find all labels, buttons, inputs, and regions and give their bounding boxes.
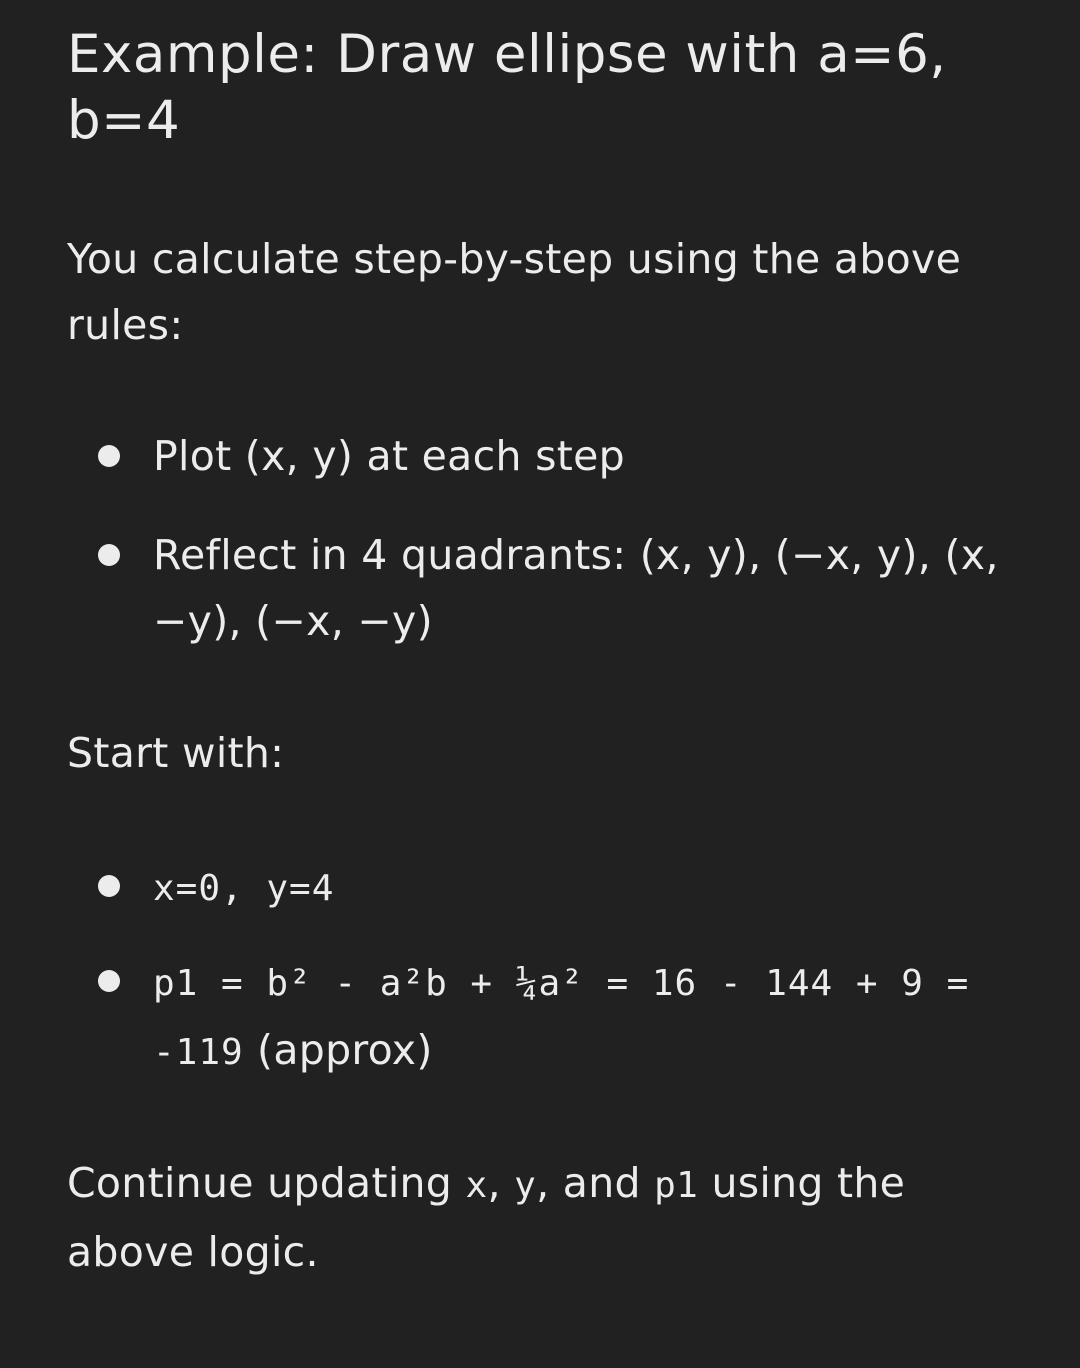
list-item-plot: Plot (x, y) at each step [98,423,1013,489]
outro-paragraph: Continue updating x, y, and p1 using the… [67,1150,1027,1285]
list-item-p1: p1 = b² - a²b + ¼a² = 16 - 144 + 9 = -11… [98,948,1013,1086]
list-item-reflect: Reflect in 4 quadrants: (x, y), (−x, y),… [98,522,1013,654]
list-item-text: Reflect in 4 quadrants: (x, y), (−x, y),… [153,531,999,645]
outro-separator: , [487,1159,515,1207]
list-item-initial-point: x=0, y=4 [98,853,1013,922]
document-page: Example: Draw ellipse with a=6, b=4 You … [0,0,1080,1368]
intro-paragraph: You calculate step-by-step using the abo… [67,235,962,349]
example-heading: Example: Draw ellipse with a=6, b=4 [67,24,947,151]
outro-separator: , and [536,1159,655,1207]
bullet-dot [98,445,120,467]
bullet-dot [98,875,120,897]
bullet-dot [98,970,120,992]
p1-note: (approx) [257,1026,433,1074]
initial-point-code: x=0, y=4 [153,868,335,909]
outro-text-before: Continue updating [67,1159,466,1207]
start-label: Start with: [67,729,285,777]
bullet-dot [98,544,120,566]
inline-code-y: y [514,1165,537,1206]
inline-code-x: x [465,1165,488,1206]
inline-code-p1: p1 [654,1165,699,1206]
list-item-text: Plot (x, y) at each step [153,432,625,480]
